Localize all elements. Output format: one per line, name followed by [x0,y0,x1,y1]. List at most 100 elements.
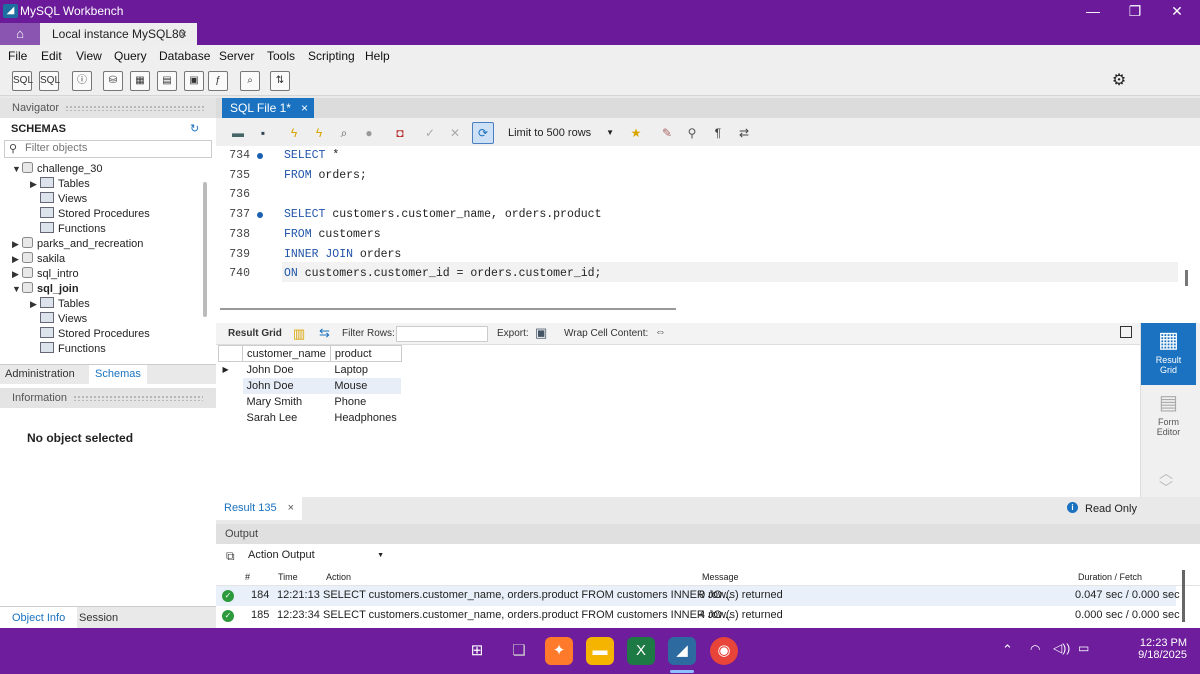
tab-session[interactable]: Session [79,612,118,624]
code-line[interactable]: SELECT customers.customer_name, orders.p… [284,208,601,221]
create-view-icon[interactable]: ▤ [157,71,177,91]
wifi-icon[interactable]: ◠ [1030,642,1040,656]
copy-icon[interactable]: ⧉ [226,549,235,564]
expand-down-icon[interactable]: ▼ [12,162,22,177]
table-row[interactable]: Mary Smith Phone [219,394,402,410]
schema-folder-item[interactable]: Views [0,312,216,327]
excel-icon[interactable]: X [627,637,655,665]
save-icon[interactable]: ▪ [253,123,273,143]
schema-item[interactable]: ▶ sql_intro [0,267,216,282]
code-line[interactable]: ON customers.customer_id = orders.custom… [284,267,601,280]
rollback-icon[interactable]: ✕ [445,123,465,143]
result-tab[interactable]: Result 135 × [216,497,303,520]
schema-folder-item[interactable]: Functions [0,222,216,237]
open-file-icon[interactable]: ▬ [228,123,248,143]
code-line[interactable]: FROM customers [284,228,381,241]
commit-icon[interactable]: ✓ [420,123,440,143]
wrap-cell-icon[interactable]: ⇔ [655,326,666,338]
execute-icon[interactable]: ϟ [284,123,304,143]
menu-database[interactable]: Database [159,49,210,63]
create-schema-icon[interactable]: ⛁ [103,71,123,91]
tab-administration[interactable]: Administration [5,368,75,380]
menu-scripting[interactable]: Scripting [308,49,355,63]
menu-query[interactable]: Query [114,49,147,63]
copilot-icon[interactable]: ✦ [545,637,573,665]
schema-folder-item[interactable]: Functions [0,342,216,357]
chevron-up-icon[interactable]: ⌃ [1002,642,1013,658]
execute-current-icon[interactable]: ϟ [309,123,329,143]
export-icon[interactable]: ▣ [535,325,547,341]
beautify-icon[interactable]: ✎ [657,123,677,143]
schema-item[interactable]: ▼ challenge_30 [0,162,216,177]
windows-start-icon[interactable]: ⊞ [463,637,491,665]
search-table-data-icon[interactable]: ⌕ [240,71,260,91]
close-icon[interactable]: ✕ [1156,0,1198,23]
schema-item[interactable]: ▶ parks_and_recreation [0,237,216,252]
schema-item[interactable]: ▶ sakila [0,252,216,267]
menu-server[interactable]: Server [219,49,254,63]
expand-down-icon[interactable]: ▼ [12,282,22,297]
toggle-error-icon[interactable]: ◘ [390,123,410,143]
column-header[interactable]: customer_name [242,345,331,362]
scroll-down-icon[interactable]: ﹀ [1159,478,1173,498]
code-line[interactable]: SELECT * [284,149,339,162]
menu-file[interactable]: File [8,49,27,63]
schema-folder-item[interactable]: Views [0,192,216,207]
schema-folder-item[interactable]: ▶ Tables [0,177,216,192]
schema-item[interactable]: ▼ sql_join [0,282,216,297]
table-cell[interactable]: Laptop [330,362,401,378]
create-function-icon[interactable]: ƒ [208,71,228,91]
table-row[interactable]: ▶ John Doe Laptop [219,362,402,378]
form-editor-side-button[interactable]: ▤ Form Editor [1141,389,1196,447]
expand-right-icon[interactable]: ▶ [12,267,22,282]
tree-scrollbar[interactable] [203,182,207,317]
tab-schemas[interactable]: Schemas [89,365,147,385]
output-scrollbar[interactable] [1182,570,1185,622]
table-cell[interactable]: Phone [330,394,401,410]
sql-file-tab[interactable]: SQL File 1* × [222,98,314,118]
menu-help[interactable]: Help [365,49,390,63]
result-grid-side-button[interactable]: ▦ Result Grid [1141,323,1196,385]
find-icon[interactable]: ⚲ [682,123,702,143]
refresh-schemas-icon[interactable]: ↻ [190,122,199,135]
result-grid[interactable]: customer_name product ▶ John Doe Laptop Joh… [216,345,1140,497]
table-row[interactable]: John Doe Mouse [219,377,402,394]
reconnect-icon[interactable]: ⇅ [270,71,290,91]
table-cell[interactable]: Sarah Lee [243,410,331,426]
editor-hscrollbar[interactable] [220,308,676,310]
limit-rows-select[interactable]: Limit to 500 rows ▼ [502,124,618,142]
stop-icon[interactable]: ● [359,123,379,143]
table-cell[interactable]: John Doe [242,377,331,394]
open-sql-script-icon[interactable]: SQL [39,71,60,91]
tab-object-info[interactable]: Object Info [0,607,78,629]
refresh-icon[interactable]: ⇆ [319,325,330,341]
column-header[interactable]: product [329,345,402,362]
toggle-panel-icon[interactable] [1120,326,1132,338]
schema-folder-item[interactable]: Stored Procedures [0,327,216,342]
file-explorer-icon[interactable]: ▬ [586,637,614,665]
code-line[interactable]: FROM orders; [284,169,367,182]
volume-icon[interactable]: ◁)) [1053,641,1070,655]
tab-close-icon[interactable]: × [180,23,187,45]
table-cell[interactable]: Mary Smith [243,394,331,410]
explain-icon[interactable]: ⌕ [334,123,354,143]
result-grid-icon[interactable]: ▥ [293,326,305,342]
schema-folder-item[interactable]: ▶ Tables [0,297,216,312]
settings-gear-icon[interactable]: ⚙ [1109,71,1129,91]
code-line[interactable]: INNER JOIN orders [284,248,401,261]
task-view-icon[interactable]: ❏ [505,637,533,665]
table-cell[interactable]: Mouse [330,377,402,394]
filter-rows-input[interactable] [396,326,488,342]
inspector-icon[interactable]: ⓘ [72,71,92,91]
invisible-chars-icon[interactable]: ¶ [708,123,728,143]
table-cell[interactable]: John Doe [243,362,331,378]
create-table-icon[interactable]: ▦ [130,71,150,91]
sql-editor[interactable]: 734 SELECT * 735 FROM orders; 736 737 SELECT c… [216,146,1200,326]
output-row[interactable]: ✓ 184 12:21:13 SELECT customers.customer_na… [216,586,1180,606]
create-procedure-icon[interactable]: ▣ [184,71,204,91]
table-row[interactable]: Sarah Lee Headphones [219,410,402,426]
filter-objects-field[interactable]: ⚲ [4,140,212,158]
new-sql-tab-icon[interactable]: SQL [12,71,33,91]
expand-right-icon[interactable]: ▶ [12,252,22,267]
schema-folder-item[interactable]: Stored Procedures [0,207,216,222]
